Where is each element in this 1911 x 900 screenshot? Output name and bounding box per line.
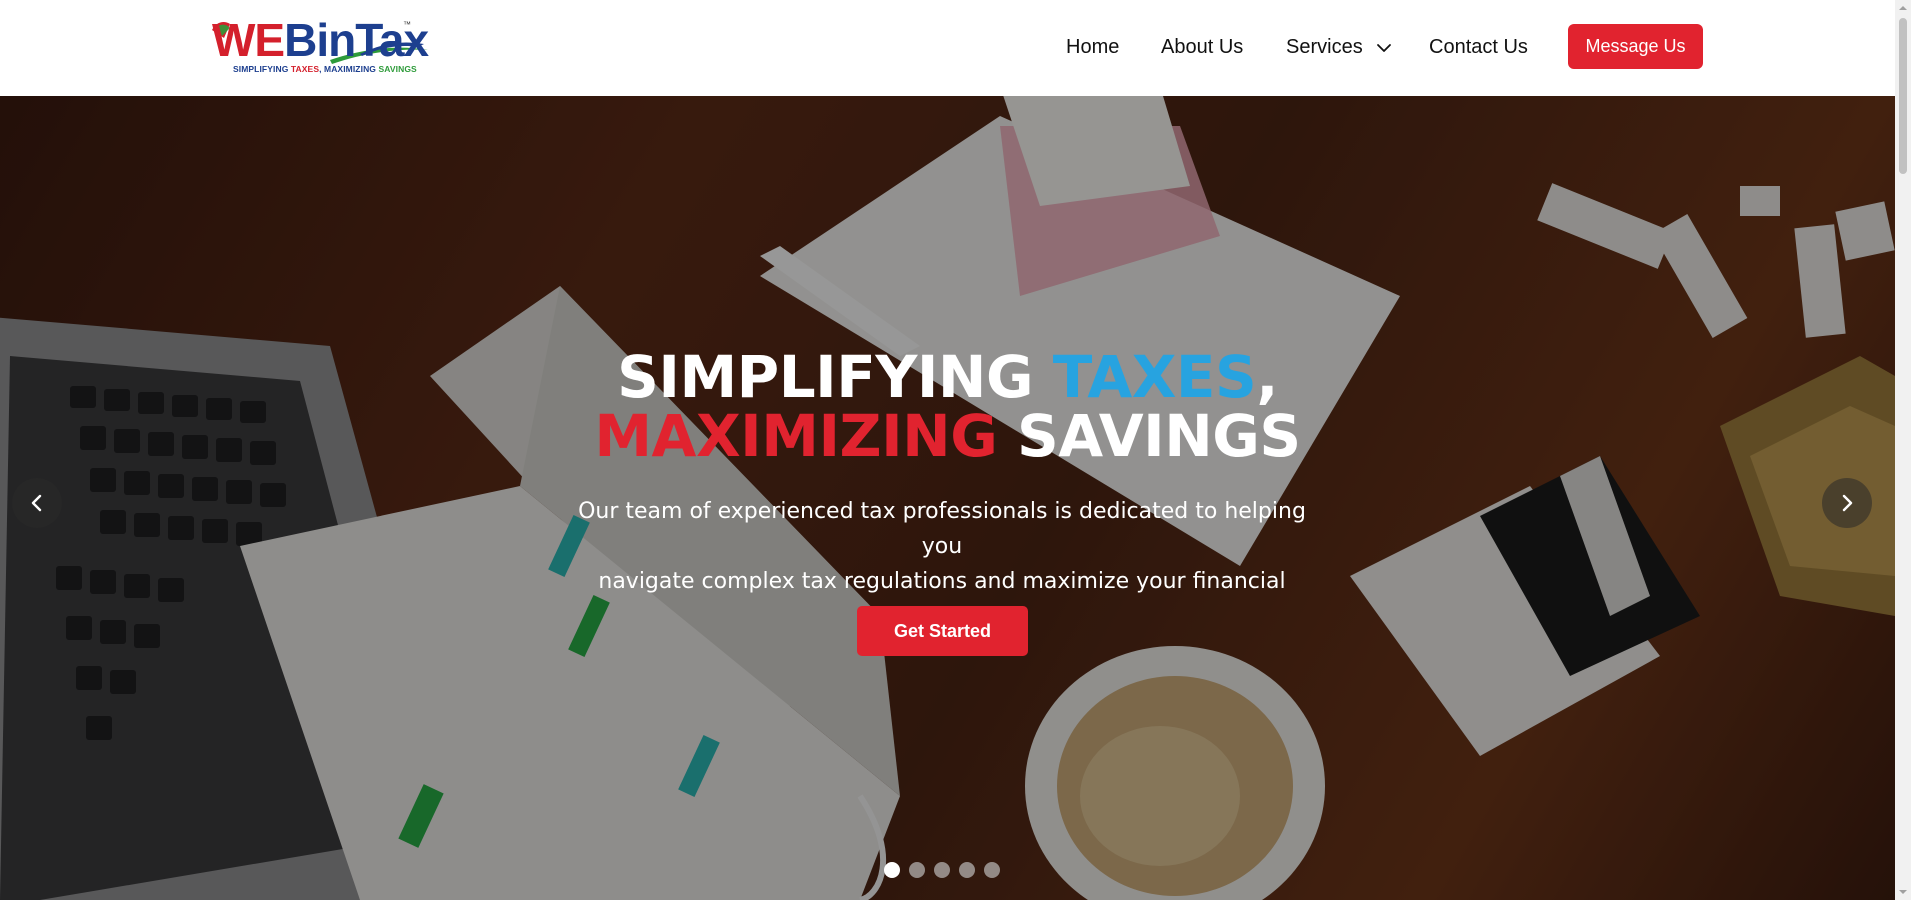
hero-slider: SIMPLIFYING TAXES, MAXIMIZING SAVINGS Ou… bbox=[0, 96, 1895, 900]
hero-description-line-1: Our team of experienced tax professional… bbox=[578, 499, 1306, 559]
site-header: WEBinTax ™ SIMPLIFYING TAXES, MAXIMIZING… bbox=[0, 0, 1895, 96]
chevron-right-icon bbox=[1842, 494, 1853, 512]
nav-services-label: Services bbox=[1286, 36, 1363, 58]
nav-home[interactable]: Home bbox=[1066, 24, 1119, 70]
tagline-part-4: SAVINGS bbox=[378, 64, 417, 74]
message-us-button[interactable]: Message Us bbox=[1568, 24, 1703, 69]
webintax-logo[interactable]: WEBinTax ™ SIMPLIFYING TAXES, MAXIMIZING… bbox=[210, 14, 430, 76]
nav-contact-us[interactable]: Contact Us bbox=[1429, 24, 1528, 70]
slider-dot-2[interactable] bbox=[909, 862, 925, 878]
logo-wordmark-red: WE bbox=[212, 14, 285, 66]
chevron-down-icon[interactable] bbox=[1376, 40, 1392, 56]
slider-pagination bbox=[884, 862, 1004, 880]
slider-dot-3[interactable] bbox=[934, 862, 950, 878]
scroll-down-arrow-icon[interactable] bbox=[1898, 887, 1908, 897]
hero-headline-savings: SAVINGS bbox=[997, 402, 1301, 470]
slider-prev-button[interactable] bbox=[12, 478, 62, 528]
tagline-part-3: , MAXIMIZING bbox=[319, 64, 379, 74]
get-started-button[interactable]: Get Started bbox=[857, 606, 1028, 656]
hero-headline-maximizing: MAXIMIZING bbox=[594, 402, 998, 470]
tagline-part-1: SIMPLIFYING bbox=[233, 64, 291, 74]
hero-headline: SIMPLIFYING TAXES, MAXIMIZING SAVINGS bbox=[0, 348, 1895, 466]
slider-dot-4[interactable] bbox=[959, 862, 975, 878]
chevron-left-icon bbox=[31, 494, 42, 512]
nav-about-us[interactable]: About Us bbox=[1161, 24, 1243, 70]
slider-dot-1[interactable] bbox=[884, 862, 900, 878]
logo-wordmark: WEBinTax bbox=[212, 12, 429, 68]
slider-dot-5[interactable] bbox=[984, 862, 1000, 878]
scroll-up-arrow-icon[interactable] bbox=[1898, 3, 1908, 13]
scrollbar-thumb[interactable] bbox=[1899, 18, 1907, 174]
logo-tagline: SIMPLIFYING TAXES, MAXIMIZING SAVINGS bbox=[233, 64, 417, 74]
page-scrollbar[interactable] bbox=[1895, 0, 1911, 900]
tagline-part-2: TAXES bbox=[290, 64, 320, 74]
hero-headline-part-1: SIMPLIFYING bbox=[617, 343, 1053, 411]
hero-headline-taxes: TAXES bbox=[1052, 343, 1257, 411]
nav-services[interactable]: Services bbox=[1286, 24, 1391, 70]
logo-trademark: ™ bbox=[403, 20, 411, 29]
slider-next-button[interactable] bbox=[1822, 478, 1872, 528]
hero-headline-comma: , bbox=[1256, 343, 1278, 411]
